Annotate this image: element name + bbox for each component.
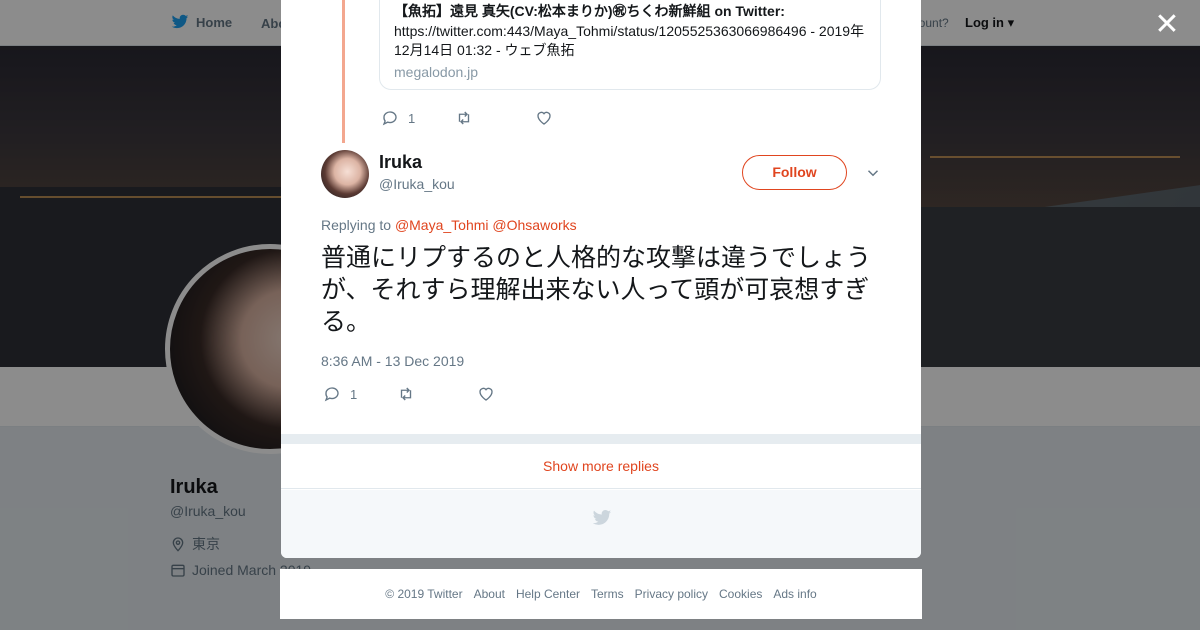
footer-link-privacy[interactable]: Privacy policy (635, 587, 708, 601)
reply-icon (324, 387, 339, 402)
card-title: 【魚拓】遠見 真矢(CV:松本まりか)㊗ちくわ新鮮組 on Twitter: (394, 3, 785, 19)
tweet-author-avatar[interactable] (321, 150, 369, 198)
chevron-down-icon[interactable] (864, 164, 882, 182)
like-icon (537, 111, 551, 125)
tweet-author-handle[interactable]: @Iruka_kou (379, 176, 455, 192)
replying-prefix: Replying to (321, 217, 392, 233)
reply-button[interactable]: 1 (323, 385, 357, 403)
reply-button[interactable]: 1 (381, 109, 415, 127)
close-icon[interactable]: ✕ (1152, 10, 1182, 40)
reply-icon (382, 111, 397, 126)
card-domain: megalodon.jp (394, 64, 479, 80)
reply-count: 1 (408, 110, 416, 126)
modal-separator (281, 434, 921, 444)
tweet-author-name[interactable]: Iruka (379, 152, 422, 173)
tweet-text: 普通にリプするのと人格的な攻撃は違うでしょうが、それすら理解出来ない人って頭が可… (321, 243, 872, 336)
card-description: https://twitter.com:443/Maya_Tohmi/statu… (394, 23, 865, 58)
like-icon (479, 387, 493, 401)
footer-link-cookies[interactable]: Cookies (719, 587, 762, 601)
footer-copyright: © 2019 Twitter (385, 587, 463, 601)
retweet-button[interactable] (397, 385, 415, 403)
twitter-bird-icon (592, 510, 612, 525)
like-button[interactable] (477, 385, 495, 403)
replying-mention[interactable]: @Maya_Tohmi (395, 217, 489, 233)
footer-link-about[interactable]: About (474, 587, 505, 601)
reply-count: 1 (350, 386, 358, 402)
follow-button[interactable]: Follow (742, 155, 847, 190)
tweet-timestamp[interactable]: 8:36 AM - 13 Dec 2019 (321, 353, 464, 369)
modal-footer (281, 490, 921, 558)
retweet-icon (459, 111, 470, 125)
link-preview-card[interactable]: 【魚拓】遠見 真矢(CV:松本まりか)㊗ちくわ新鮮組 on Twitter: h… (379, 0, 881, 90)
retweet-icon (401, 387, 412, 401)
parent-tweet-actions: 1 (381, 109, 553, 127)
replying-mention[interactable]: @Ohsaworks (492, 217, 576, 233)
tweet-actions: 1 (323, 385, 495, 403)
tweet-modal: 【魚拓】遠見 真矢(CV:松本まりか)㊗ちくわ新鮮組 on Twitter: h… (281, 0, 921, 558)
replying-to: Replying to @Maya_Tohmi @Ohsaworks (321, 217, 577, 233)
thread-connector (342, 0, 345, 143)
footer-link-ads-info[interactable]: Ads info (773, 587, 816, 601)
footer-link-help-center[interactable]: Help Center (516, 587, 580, 601)
show-more-replies-button[interactable]: Show more replies (281, 444, 921, 489)
retweet-button[interactable] (455, 109, 473, 127)
legal-footer: © 2019 Twitter About Help Center Terms P… (280, 569, 922, 619)
like-button[interactable] (535, 109, 553, 127)
footer-link-terms[interactable]: Terms (591, 587, 624, 601)
